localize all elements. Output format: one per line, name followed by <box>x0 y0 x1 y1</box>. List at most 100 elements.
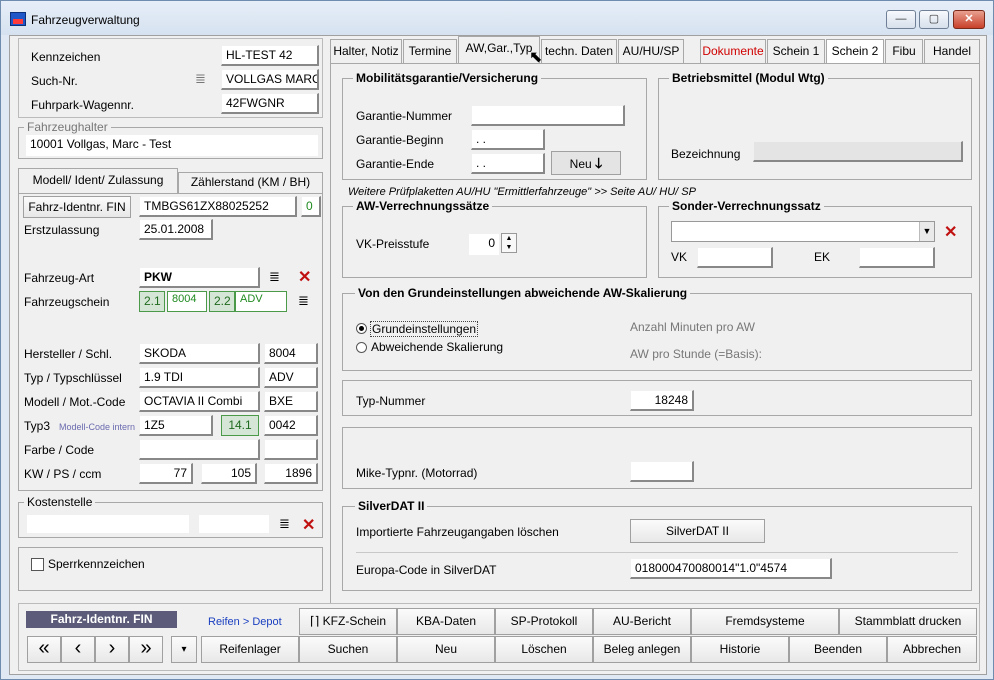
kfz-schein-button[interactable]: ⌈⌉ KFZ-Schein <box>299 608 397 635</box>
vk-preisstufe-field[interactable]: 0 <box>469 234 499 255</box>
loeschen-button[interactable]: Löschen <box>495 636 593 663</box>
radio-abweichend-label: Abweichende Skalierung <box>371 340 504 354</box>
garantie-beginn-field[interactable]: . . <box>471 129 545 150</box>
sonder-vk-field[interactable] <box>697 247 773 268</box>
maximize-button[interactable]: ▢ <box>919 10 949 29</box>
kw-field[interactable]: 77 <box>139 463 193 484</box>
list-icon[interactable]: ≣ <box>269 270 280 283</box>
erstzulassung-field[interactable]: 25.01.2008 <box>139 219 213 240</box>
au-bericht-button[interactable]: AU-Bericht <box>593 608 691 635</box>
beenden-button[interactable]: Beenden <box>789 636 887 663</box>
tab-schein-2[interactable]: Schein 2 <box>826 39 884 63</box>
fremdsysteme-button[interactable]: Fremdsysteme <box>691 608 839 635</box>
tab-handel[interactable]: Handel <box>924 39 980 63</box>
tab-aw-gar-typ[interactable]: AW,Gar.,Typ <box>458 36 540 63</box>
modell-label: Modell / Mot.-Code <box>24 395 126 409</box>
list-icon[interactable]: ≣ <box>195 72 206 85</box>
skalierung-box: Von den Grundeinstellungen abweichende A… <box>342 286 972 371</box>
sonder-title: Sonder-Verrechnungssatz <box>669 199 824 213</box>
last-record-button[interactable]: » <box>129 636 163 663</box>
neu-button[interactable]: Neu <box>397 636 495 663</box>
typ-code-field[interactable]: ADV <box>264 367 318 388</box>
sp-protokoll-button[interactable]: SP-Protokoll <box>495 608 593 635</box>
sonder-ek-field[interactable] <box>859 247 935 268</box>
mike-field[interactable] <box>630 461 694 482</box>
tab-fibu[interactable]: Fibu <box>885 39 923 63</box>
tab-schein-1[interactable]: Schein 1 <box>767 39 825 63</box>
reifen-depot-link[interactable]: Reifen > Depot <box>208 616 282 628</box>
hersteller-label: Hersteller / Schl. <box>24 347 113 361</box>
beleg-anlegen-button[interactable]: Beleg anlegen <box>593 636 691 663</box>
suchen-button[interactable]: Suchen <box>299 636 397 663</box>
garantie-ende-field[interactable]: . . <box>471 153 545 174</box>
radio-grundeinstellungen[interactable] <box>356 323 367 334</box>
schein-22-field[interactable]: ADV <box>235 291 287 312</box>
vk-spinner[interactable]: ▲ ▼ <box>501 233 517 253</box>
minimize-button[interactable]: — <box>886 10 916 29</box>
suchnr-field[interactable]: VOLLGAS MARC <box>221 69 319 90</box>
tab-modell[interactable]: Modell/ Ident/ Zulassung <box>18 168 178 193</box>
typ3-field[interactable]: 1Z5 <box>139 415 213 436</box>
fahrzeugart-field[interactable]: PKW <box>139 267 260 288</box>
silverdat-box: SilverDAT II Importierte Fahrzeugangaben… <box>342 499 972 591</box>
europacode-field[interactable]: 018000470080014"1.0"4574 <box>630 558 832 579</box>
silverdat-button[interactable]: SilverDAT II <box>630 519 765 543</box>
chevron-down-icon[interactable]: ▼ <box>919 222 934 241</box>
ps-field[interactable]: 105 <box>201 463 257 484</box>
tab-zaehlerstand[interactable]: Zählerstand (KM / BH) <box>178 172 323 193</box>
list-icon[interactable]: ≣ <box>298 294 309 307</box>
typ-field[interactable]: 1.9 TDI <box>139 367 260 388</box>
hersteller-field[interactable]: SKODA <box>139 343 260 364</box>
fin-button[interactable]: Fahrz-Identnr. FIN <box>23 196 131 218</box>
tab-dokumente[interactable]: Dokumente <box>700 39 766 63</box>
delete-icon[interactable]: ✕ <box>302 515 315 535</box>
farbe-code-field[interactable] <box>264 439 318 460</box>
bezeichnung-field[interactable] <box>753 141 963 162</box>
fin-flag[interactable]: 0 <box>301 196 321 217</box>
sperr-checkbox[interactable] <box>31 558 44 571</box>
tab-au-hu-sp[interactable]: AU/HU/SP <box>618 39 684 63</box>
tab-termine[interactable]: Termine <box>403 39 457 63</box>
typnummer-field[interactable]: 18248 <box>630 390 694 411</box>
fin-field[interactable]: TMBGS61ZX88025252 <box>139 196 297 217</box>
radio-abweichend[interactable] <box>356 342 367 353</box>
typ3-value[interactable]: 14.1 <box>221 415 259 436</box>
list-icon[interactable]: ≣ <box>279 517 290 530</box>
fahrzeugart-label: Fahrzeug-Art <box>24 271 95 285</box>
close-button[interactable]: ✕ <box>953 10 985 29</box>
hersteller-code-field[interactable]: 8004 <box>264 343 318 364</box>
sonder-vk-label: VK <box>671 250 688 264</box>
prev-record-button[interactable]: ‹ <box>61 636 95 663</box>
fuhrpark-field[interactable]: 42FWGNR <box>221 93 319 114</box>
modell-field[interactable]: OCTAVIA II Combi <box>139 391 260 412</box>
abbrechen-button[interactable]: Abbrechen <box>887 636 977 663</box>
kennzeichen-field[interactable]: HL-TEST 42 <box>221 45 319 66</box>
tab-techn-daten[interactable]: techn. Daten <box>541 39 617 63</box>
historie-button[interactable]: Historie <box>691 636 789 663</box>
halter-title: Fahrzeughalter <box>24 120 111 134</box>
delete-icon[interactable]: ✕ <box>298 267 311 287</box>
halter-field[interactable]: 10001 Vollgas, Marc - Test <box>26 135 318 156</box>
mike-box: Mike-Typnr. (Motorrad) <box>342 427 972 489</box>
reifenlager-button[interactable]: Reifenlager <box>201 636 299 663</box>
delete-icon[interactable]: ✕ <box>944 222 957 242</box>
typ3-code-field[interactable]: 0042 <box>264 415 318 436</box>
ccm-field[interactable]: 1896 <box>264 463 318 484</box>
next-record-button[interactable]: › <box>95 636 129 663</box>
neu-label: Neu <box>569 157 592 171</box>
kostenstelle-code-field[interactable] <box>199 515 269 533</box>
schein-21-field[interactable]: 8004 <box>167 291 207 312</box>
garantie-beginn-label: Garantie-Beginn <box>356 133 444 147</box>
stammblatt-button[interactable]: Stammblatt drucken <box>839 608 977 635</box>
garantie-nummer-field[interactable] <box>471 105 625 126</box>
garantie-ende-label: Garantie-Ende <box>356 157 435 171</box>
farbe-field[interactable] <box>139 439 260 460</box>
more-dropdown-button[interactable]: ▾ <box>171 636 197 663</box>
sonder-select[interactable] <box>671 221 935 242</box>
modell-code-field[interactable]: BXE <box>264 391 318 412</box>
neu-garantie-button[interactable]: Neu 🡓 <box>551 151 621 175</box>
tab-halter-notiz[interactable]: Halter, Notiz <box>330 39 402 63</box>
first-record-button[interactable]: « <box>27 636 61 663</box>
kostenstelle-field[interactable] <box>27 515 189 533</box>
kba-daten-button[interactable]: KBA-Daten <box>397 608 495 635</box>
